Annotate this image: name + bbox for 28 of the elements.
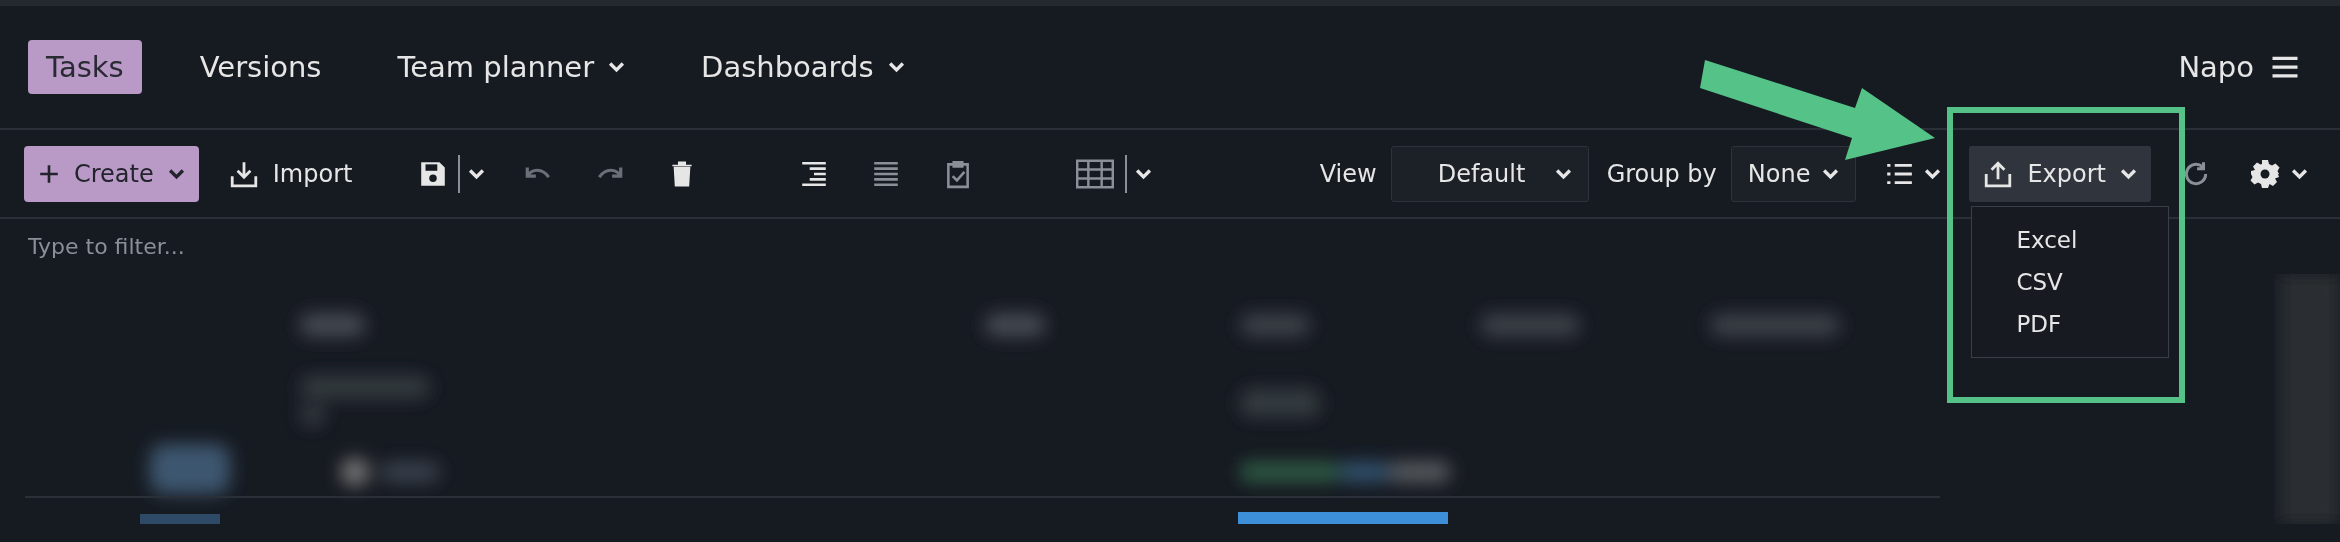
caret-icon: [2120, 167, 2137, 180]
table-icon[interactable]: [1075, 157, 1116, 190]
create-button[interactable]: Create: [24, 145, 199, 202]
caret-icon: [1554, 167, 1572, 180]
caret-icon[interactable]: [2291, 167, 2308, 180]
nav-tab[interactable]: Tasks: [28, 40, 142, 94]
caret-icon[interactable]: [1135, 167, 1153, 180]
nav-tab[interactable]: Dashboards: [683, 40, 923, 94]
nav-tab[interactable]: Versions: [181, 40, 340, 94]
menu-item[interactable]: Excel: [1972, 218, 2169, 261]
export-button[interactable]: Export: [1969, 145, 2151, 202]
caret-icon: [167, 167, 185, 180]
caret-icon[interactable]: [468, 167, 486, 180]
user-name[interactable]: Napo: [2178, 50, 2254, 84]
caret-icon: [1822, 167, 1840, 180]
plus-icon: [38, 162, 60, 185]
menu-item[interactable]: CSV: [1972, 260, 2169, 303]
nav-tab[interactable]: Team planner: [379, 40, 644, 94]
menu-item[interactable]: PDF: [1972, 302, 2169, 345]
filter-field[interactable]: Type to filter...: [26, 233, 530, 260]
group-by-dropdown[interactable]: None: [1730, 145, 1857, 202]
group-by-label: Group by: [1606, 159, 1717, 188]
caret-icon[interactable]: [1924, 167, 1942, 180]
import-button[interactable]: Import: [222, 157, 359, 190]
view-label: View: [1319, 159, 1377, 188]
menu-icon[interactable]: [2270, 54, 2300, 80]
view-dropdown[interactable]: Default: [1390, 145, 1589, 202]
settings-icon[interactable]: [2249, 157, 2281, 190]
